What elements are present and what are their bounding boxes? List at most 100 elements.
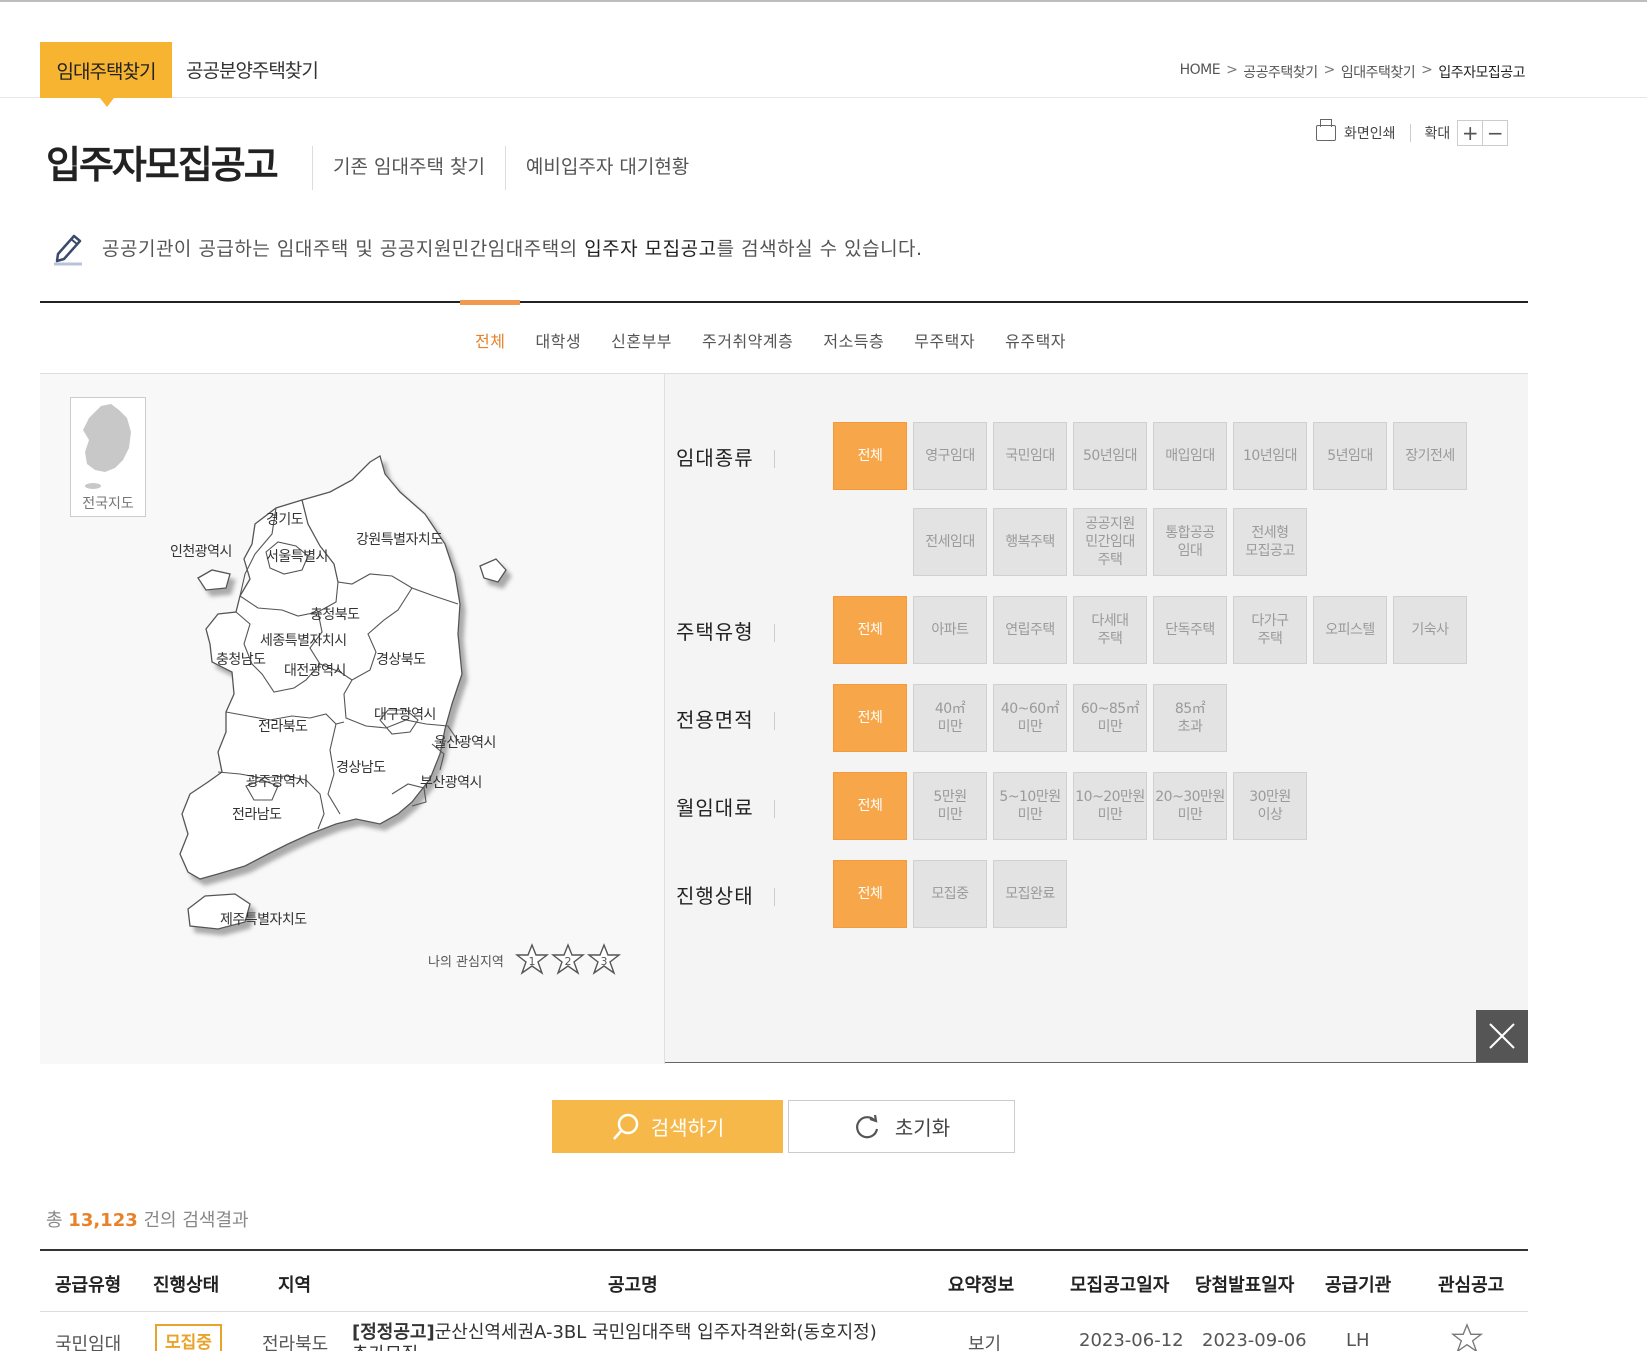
- filter-option-house_type[interactable]: 기숙사: [1393, 596, 1467, 664]
- map-label-region[interactable]: 울산광역시: [434, 732, 496, 752]
- filter-option-rent_type[interactable]: 국민임대: [993, 422, 1067, 490]
- pencil-icon: [54, 234, 82, 266]
- filter-option-monthly_rent[interactable]: 5~10만원 미만: [993, 772, 1067, 840]
- breadcrumb-home[interactable]: HOME: [1180, 62, 1221, 82]
- breadcrumb-separator: >: [1421, 62, 1433, 78]
- filter-option-rent_type[interactable]: 매입임대: [1153, 422, 1227, 490]
- filter-option-monthly_rent[interactable]: 10~20만원 미만: [1073, 772, 1147, 840]
- tab-target-2[interactable]: 신혼부부: [596, 302, 687, 352]
- description-text: 공공기관이 공급하는 임대주택 및 공공지원민간임대주택의 입주자 모집공고를 …: [102, 234, 923, 261]
- favorite-star-icon[interactable]: 2: [550, 942, 586, 978]
- map-label-region[interactable]: 경상남도: [336, 757, 386, 777]
- filter-option-house_type[interactable]: 연립주택: [993, 596, 1067, 664]
- filter-option-monthly_rent[interactable]: 5만원 미만: [913, 772, 987, 840]
- favorite-notice-star-icon[interactable]: [1450, 1322, 1484, 1351]
- zoom-in-button[interactable]: +: [1457, 120, 1484, 146]
- map-label-region[interactable]: 서울특별시: [266, 546, 328, 566]
- filter-option-rent_type[interactable]: 장기전세: [1393, 422, 1467, 490]
- filter-option-rent_type[interactable]: 5년임대: [1313, 422, 1387, 490]
- print-button[interactable]: 화면인쇄: [1344, 123, 1396, 143]
- filter-option-rent_type[interactable]: 공공지원 민간임대 주택: [1073, 508, 1147, 576]
- row-agency: LH: [1346, 1330, 1370, 1351]
- map-label-region[interactable]: 전라남도: [232, 804, 282, 824]
- map-label-region[interactable]: 경기도: [266, 509, 304, 529]
- filter-label-house_type: 주택유형: [676, 616, 776, 645]
- map-ganghwa: [197, 569, 231, 591]
- tab-public-sale-housing[interactable]: 공공분양주택찾기: [186, 56, 319, 83]
- reset-button[interactable]: 초기화: [788, 1100, 1015, 1153]
- breadcrumb-separator: >: [1323, 62, 1336, 78]
- map-label-region[interactable]: 충청북도: [310, 604, 360, 624]
- map-label-region[interactable]: 인천광역시: [170, 541, 232, 561]
- search-button-label: 검색하기: [650, 1116, 725, 1140]
- filter-option-house_type[interactable]: 아파트: [913, 596, 987, 664]
- print-icon[interactable]: [1316, 119, 1336, 141]
- filter-option-rent_type[interactable]: 전세임대: [913, 508, 987, 576]
- filter-option-rent_type[interactable]: 행복주택: [993, 508, 1067, 576]
- close-filter-button[interactable]: [1476, 1010, 1528, 1062]
- filter-option-monthly_rent[interactable]: 전체: [833, 772, 907, 840]
- map-label-region[interactable]: 강원특별자치도: [356, 529, 443, 549]
- map-label-region[interactable]: 전라북도: [258, 716, 308, 736]
- tab-target-6[interactable]: 유주택자: [990, 302, 1081, 352]
- table-header-0: 공급유형: [55, 1275, 122, 1296]
- map-label-region[interactable]: 부산광역시: [420, 772, 482, 792]
- table-row[interactable]: 국민임대 모집중 전라북도 [정정공고]군산신역세권A-3BL 국민임대주택 입주자격…: [40, 1312, 1528, 1351]
- favorite-star-icon[interactable]: 1: [514, 942, 550, 978]
- filter-option-area[interactable]: 40~60㎡ 미만: [993, 684, 1067, 752]
- filter-option-area[interactable]: 60~85㎡ 미만: [1073, 684, 1147, 752]
- filter-option-area[interactable]: 전체: [833, 684, 907, 752]
- tab-target-3[interactable]: 주거취약계층: [687, 302, 808, 352]
- filter-option-house_type[interactable]: 오피스텔: [1313, 596, 1387, 664]
- map-label-region[interactable]: 경상북도: [376, 649, 426, 669]
- filter-label-rent_type: 임대종류: [676, 442, 776, 471]
- breadcrumb-public-housing[interactable]: 공공주택찾기: [1243, 62, 1318, 82]
- filter-option-monthly_rent[interactable]: 30만원 이상: [1233, 772, 1307, 840]
- filter-option-house_type[interactable]: 단독주택: [1153, 596, 1227, 664]
- breadcrumb: HOME > 공공주택찾기 > 임대주택찾기 > 입주자모집공고: [1180, 62, 1526, 82]
- tab-target-1[interactable]: 대학생: [520, 302, 596, 352]
- favorite-star-icon[interactable]: 3: [586, 942, 622, 978]
- zoom-out-button[interactable]: −: [1482, 120, 1509, 146]
- map-label-region[interactable]: 대전광역시: [284, 660, 346, 680]
- tab-rental-housing[interactable]: 임대주택찾기: [40, 42, 172, 107]
- search-button[interactable]: 검색하기: [552, 1100, 783, 1153]
- search-icon: [612, 1113, 638, 1140]
- map-label-region[interactable]: 제주특별자치도: [220, 909, 307, 929]
- row-title[interactable]: [정정공고]군산신역세권A-3BL 국민임대주택 입주자격완화(동호지정) 추가…: [352, 1322, 882, 1351]
- filter-option-monthly_rent[interactable]: 20~30만원 미만: [1153, 772, 1227, 840]
- filter-option-area[interactable]: 85㎡ 초과: [1153, 684, 1227, 752]
- map-label-region[interactable]: 대구광역시: [374, 704, 436, 724]
- breadcrumb-rental-housing[interactable]: 임대주택찾기: [1341, 62, 1416, 82]
- filter-label-status: 진행상태: [676, 880, 776, 909]
- tab-target-5[interactable]: 무주택자: [899, 302, 990, 352]
- filter-option-rent_type[interactable]: 통합공공 임대: [1153, 508, 1227, 576]
- link-existing-rental[interactable]: 기존 임대주택 찾기: [312, 146, 505, 190]
- tab-target-4[interactable]: 저소득층: [808, 302, 899, 352]
- filter-option-rent_type[interactable]: 50년임대: [1073, 422, 1147, 490]
- filter-option-status[interactable]: 모집중: [913, 860, 987, 928]
- filter-option-rent_type[interactable]: 전체: [833, 422, 907, 490]
- row-summary-link[interactable]: 보기: [968, 1330, 1001, 1351]
- filter-option-status[interactable]: 모집완료: [993, 860, 1067, 928]
- table-header-4: 요약정보: [948, 1275, 1015, 1296]
- filter-option-rent_type[interactable]: 10년임대: [1233, 422, 1307, 490]
- map-label-region[interactable]: 충청남도: [216, 649, 266, 669]
- filter-option-rent_type[interactable]: 전세형 모집공고: [1233, 508, 1307, 576]
- filter-option-house_type[interactable]: 다세대 주택: [1073, 596, 1147, 664]
- tab-target-0[interactable]: 전체: [460, 300, 521, 352]
- row-title-tag: [정정공고]: [352, 1322, 435, 1343]
- results-table-header: 공급유형 진행상태 지역 공고명 요약정보 모집공고일자 당첨발표일자 공급기관 관심공고: [40, 1249, 1528, 1312]
- filter-option-house_type[interactable]: 전체: [833, 596, 907, 664]
- map-label-region[interactable]: 광주광역시: [246, 771, 308, 791]
- sub-links: 기존 임대주택 찾기 예비입주자 대기현황: [312, 146, 709, 190]
- close-icon: [1489, 1023, 1515, 1049]
- filter-option-house_type[interactable]: 다가구 주택: [1233, 596, 1307, 664]
- filter-option-area[interactable]: 40㎡ 미만: [913, 684, 987, 752]
- filter-option-rent_type[interactable]: 영구임대: [913, 422, 987, 490]
- filter-option-status[interactable]: 전체: [833, 860, 907, 928]
- link-waiting-status[interactable]: 예비입주자 대기현황: [504, 146, 709, 190]
- result-count-prefix: 총: [46, 1210, 69, 1231]
- map-label-region[interactable]: 세종특별자치시: [260, 630, 347, 650]
- map-ulleung: [479, 558, 507, 583]
